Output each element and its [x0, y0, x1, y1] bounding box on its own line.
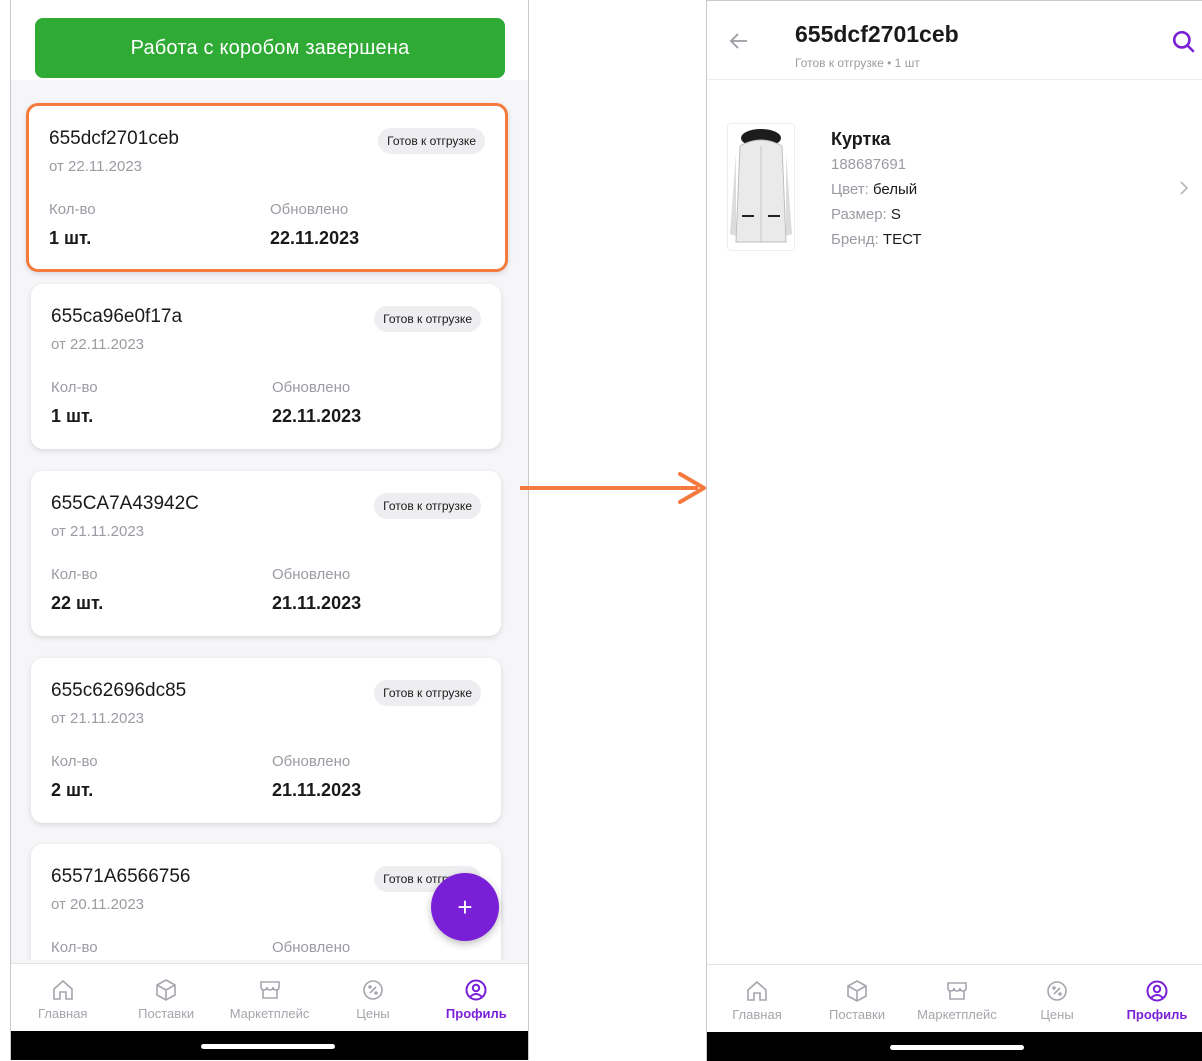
page-title: 655dcf2701ceb	[795, 21, 959, 47]
search-icon[interactable]	[1171, 29, 1197, 55]
box-id: 655dcf2701ceb	[49, 128, 179, 149]
box-card-selected[interactable]: 655dcf2701ceb от 22.11.2023 Готов к отгр…	[26, 103, 508, 272]
chevron-right-icon	[1180, 181, 1189, 195]
box-card[interactable]: 655ca96e0f17a от 22.11.2023 Готов к отгр…	[31, 284, 501, 449]
tab-label: Поставки	[829, 1007, 885, 1022]
home-indicator[interactable]	[890, 1045, 1024, 1050]
product-image	[727, 123, 795, 251]
box-date: от 20.11.2023	[51, 896, 145, 913]
back-arrow-icon[interactable]	[727, 29, 751, 53]
tab-label: Маркетплейс	[917, 1007, 997, 1022]
tab-label: Профиль	[1126, 1007, 1188, 1022]
updated-value: 21.11.2023	[272, 593, 362, 613]
box-date: от 22.11.2023	[51, 336, 145, 353]
qty-label: Кол-во	[49, 201, 96, 218]
qty-value: 22 шт.	[51, 593, 104, 613]
status-badge: Готов к отгрузке	[374, 306, 481, 332]
home-icon	[747, 980, 767, 1001]
product-article: 188687691	[831, 156, 907, 173]
tab-prices[interactable]: Цены	[1007, 965, 1107, 1033]
profile-icon	[465, 979, 487, 1001]
tab-prices[interactable]: Цены	[321, 964, 424, 1032]
box-card[interactable]: 655c62696dc85 от 21.11.2023 Готов к отгр…	[31, 658, 501, 823]
tab-label: Маркетплейс	[229, 1006, 310, 1021]
updated-label: Обновлено	[272, 939, 351, 956]
color-label: Цвет:	[831, 181, 869, 198]
finish-box-button[interactable]: Работа с коробом завершена	[35, 18, 505, 78]
updated-value: 22.11.2023	[270, 228, 360, 248]
size-label: Размер:	[831, 206, 887, 223]
top-action-bar: Работа с коробом завершена	[11, 0, 528, 80]
status-badge: Готов к отгрузке	[374, 493, 481, 519]
qty-label: Кол-во	[51, 379, 98, 396]
brand-label: Бренд:	[831, 231, 879, 248]
tab-home[interactable]: Главная	[11, 964, 114, 1032]
box-detail-screen: 655dcf2701ceb Готов к отгрузке • 1 шт Ку…	[706, 0, 1202, 1061]
store-icon	[259, 981, 280, 999]
transition-arrow	[520, 472, 706, 504]
box-id: 655c62696dc85	[51, 680, 187, 701]
status-badge: Готов к отгрузке	[374, 680, 481, 706]
discount-icon	[1047, 981, 1067, 1001]
box-id: 65571A6566756	[51, 866, 191, 887]
color-value: белый	[872, 181, 918, 198]
size-value: S	[890, 206, 901, 223]
product-name: Куртка	[831, 129, 891, 149]
status-badge: Готов к отгрузке	[378, 128, 485, 154]
updated-label: Обновлено	[272, 566, 351, 583]
tab-marketplace[interactable]: Маркетплейс	[218, 964, 321, 1032]
box-date: от 21.11.2023	[51, 710, 145, 727]
qty-label: Кол-во	[51, 566, 98, 583]
box-card[interactable]: 655CA7A43942C от 21.11.2023 Готов к отгр…	[31, 471, 501, 636]
brand-value: ТЕСТ	[882, 231, 922, 248]
product-size: Размер: S	[831, 206, 901, 223]
qty-value: 1 шт.	[49, 228, 92, 248]
tab-home[interactable]: Главная	[707, 965, 807, 1033]
tab-label: Главная	[37, 1006, 88, 1021]
box-id: 655CA7A43942C	[51, 493, 199, 514]
tab-label: Цены	[356, 1006, 390, 1021]
qty-value: 1 шт.	[51, 406, 94, 426]
home-icon	[52, 979, 73, 1000]
tab-supplies[interactable]: Поставки	[807, 965, 907, 1033]
updated-label: Обновлено	[270, 201, 349, 218]
tab-label: Профиль	[445, 1006, 507, 1021]
detail-header: 655dcf2701ceb Готов к отгрузке • 1 шт	[707, 1, 1202, 80]
updated-value: 22.11.2023	[272, 406, 362, 426]
box-list[interactable]: 655dcf2701ceb от 22.11.2023 Готов к отгр…	[11, 80, 528, 960]
product-brand: Бренд: ТЕСТ	[831, 231, 922, 248]
add-box-button[interactable]: +	[431, 873, 499, 941]
discount-icon	[363, 980, 383, 1000]
tab-marketplace[interactable]: Маркетплейс	[907, 965, 1007, 1033]
updated-label: Обновлено	[272, 379, 351, 396]
box-icon	[156, 979, 176, 1001]
updated-value: 21.11.2023	[272, 780, 362, 800]
tab-label: Главная	[732, 1007, 782, 1022]
profile-icon	[1146, 980, 1168, 1002]
bottom-tab-bar: Главная Поставки Маркетплейс Цены Профил…	[11, 963, 528, 1032]
box-date: от 21.11.2023	[51, 523, 145, 540]
system-home-bar	[707, 1032, 1202, 1061]
tab-profile[interactable]: Профиль	[1107, 965, 1202, 1033]
tab-profile[interactable]: Профиль	[425, 964, 528, 1032]
qty-label: Кол-во	[51, 753, 98, 770]
home-indicator[interactable]	[201, 1044, 335, 1049]
product-item[interactable]: Куртка 188687691 Цвет: белый Размер: S Б…	[707, 111, 1202, 261]
box-icon	[847, 980, 867, 1002]
page-subtitle: Готов к отгрузке • 1 шт	[795, 56, 920, 70]
box-id: 655ca96e0f17a	[51, 306, 183, 327]
system-home-bar	[11, 1031, 528, 1060]
qty-value: 2 шт.	[51, 780, 94, 800]
box-date: от 22.11.2023	[49, 158, 143, 175]
tab-label: Цены	[1040, 1007, 1074, 1022]
product-color: Цвет: белый	[831, 181, 917, 198]
tab-supplies[interactable]: Поставки	[114, 964, 217, 1032]
bottom-tab-bar: Главная Поставки Маркетплейс Цены Профил…	[707, 964, 1202, 1033]
updated-label: Обновлено	[272, 753, 351, 770]
store-icon	[947, 982, 967, 1000]
qty-label: Кол-во	[51, 939, 98, 956]
tab-label: Поставки	[138, 1006, 195, 1021]
box-list-screen: Работа с коробом завершена 655dcf2701ceb…	[10, 0, 529, 1060]
